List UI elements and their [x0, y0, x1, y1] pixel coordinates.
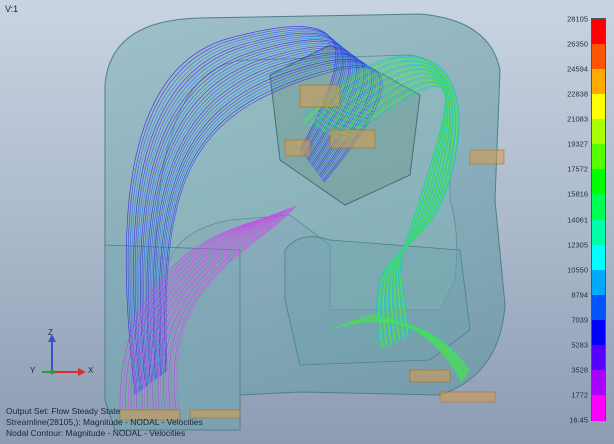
mesh-patch [409, 369, 451, 383]
legend-color-band [592, 394, 605, 421]
legend-value-label: 8794 [571, 290, 588, 300]
legend-color-band [592, 269, 605, 296]
axis-triad: Z Y X [28, 328, 98, 384]
mesh-patch [299, 84, 341, 108]
y-axis-label: Y [30, 366, 36, 375]
legend-color-band [592, 219, 605, 246]
legend-value-label: 17572 [567, 164, 588, 174]
legend-value-label: 26350 [567, 39, 588, 49]
legend-value-label: 14061 [567, 215, 588, 224]
contour-line: Nodal Contour: Magnitude - NODAL - Veloc… [6, 428, 186, 438]
legend-value-label: 3528 [571, 365, 588, 375]
legend-value-label: 22838 [567, 89, 588, 99]
legend-value-label: 16.45 [569, 415, 588, 425]
velocity-legend: 28105 26350 24594 22838 21083 19327 17572 15816… [512, 14, 612, 426]
legend-value-label: 7039 [571, 315, 588, 325]
z-axis-label: Z [48, 328, 53, 337]
legend-value-label: 19327 [567, 139, 588, 149]
model-viewport[interactable]: V:1 Z Y X Output Set: Flow Steady State … [0, 0, 614, 444]
legend-color-band [592, 94, 605, 120]
legend-color-band [592, 144, 605, 170]
legend-value-label: 28105 [567, 14, 588, 24]
legend-color-band [592, 169, 605, 195]
mesh-patch [469, 149, 505, 165]
legend-color-bar [591, 18, 606, 421]
axis-triad-arrows [42, 334, 86, 376]
legend-color-band [592, 294, 605, 321]
legend-value-label: 1772 [571, 390, 588, 400]
mesh-patch [284, 139, 311, 157]
legend-value-label: 12305 [567, 240, 588, 250]
legend-color-band [592, 369, 605, 396]
legend-color-band [592, 319, 605, 346]
legend-color-band [592, 44, 605, 70]
x-axis-head [78, 368, 86, 376]
view-label: V:1 [5, 4, 19, 14]
x-axis-label: X [88, 366, 94, 375]
legend-value-label: 15816 [567, 189, 588, 199]
legend-color-band [592, 244, 605, 271]
legend-value-label: 10550 [567, 265, 588, 275]
legend-color-band [592, 19, 605, 45]
legend-value-label: 5283 [571, 340, 588, 350]
legend-color-band [592, 344, 605, 371]
output-set-line: Output Set: Flow Steady State [6, 406, 121, 416]
legend-color-band [592, 119, 605, 145]
legend-value-label: 24594 [567, 64, 588, 74]
streamline-line: Streamline(28105,): Magnitude - NODAL - … [6, 417, 203, 427]
legend-color-band [592, 194, 605, 220]
legend-color-band [592, 69, 605, 95]
legend-value-label: 21083 [567, 114, 588, 124]
output-info-panel: Output Set: Flow Steady State Streamline… [6, 406, 203, 439]
mesh-patch [439, 391, 496, 403]
triad-origin [49, 369, 55, 375]
mesh-patch [329, 129, 376, 149]
